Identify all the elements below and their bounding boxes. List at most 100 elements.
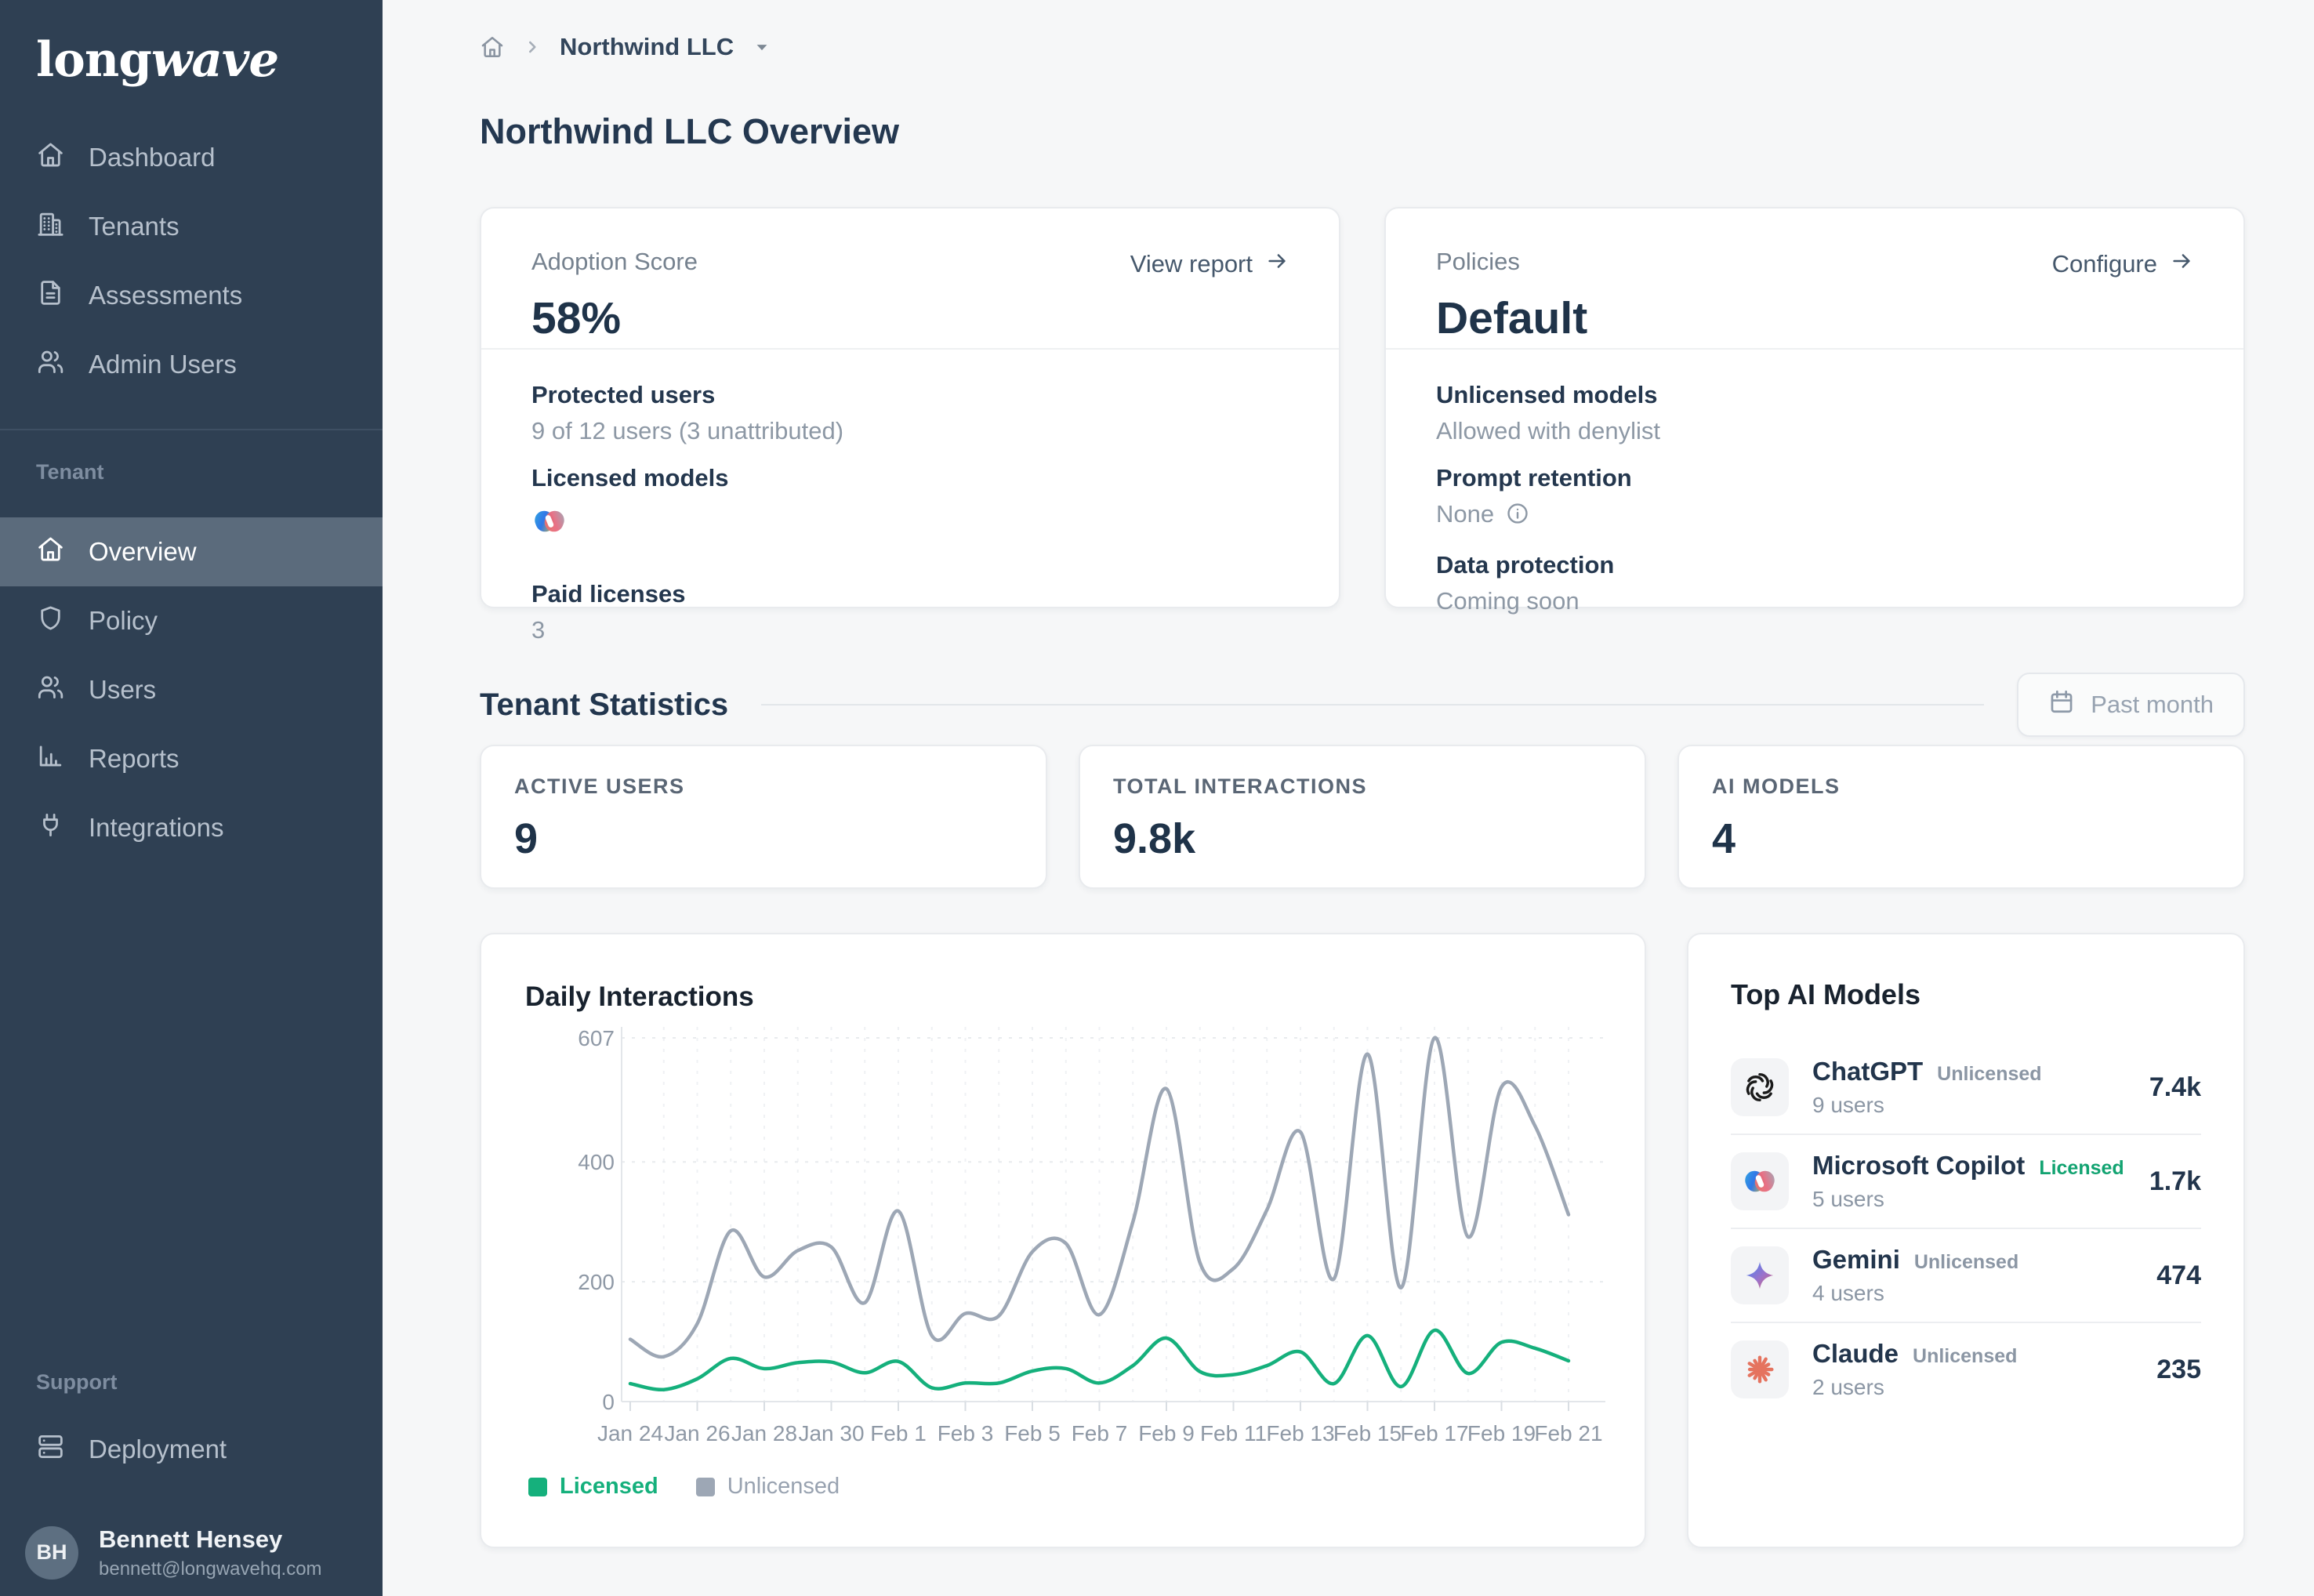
svg-text:Feb 1: Feb 1 — [870, 1421, 927, 1445]
info-icon[interactable] — [1505, 501, 1530, 532]
svg-text:Feb 13: Feb 13 — [1266, 1421, 1334, 1445]
svg-text:Feb 7: Feb 7 — [1072, 1421, 1128, 1445]
sidebar-item-reports[interactable]: Reports — [0, 724, 383, 793]
home-icon[interactable] — [480, 34, 505, 60]
policies-card: Policies Default Configure Unlicensed mo… — [1384, 207, 2245, 608]
model-row-claude[interactable]: ClaudeUnlicensed 2 users 235 — [1731, 1322, 2201, 1416]
sidebar-tenant-nav: Overview Policy Users Reports Integratio… — [0, 517, 383, 862]
svg-text:Jan 26: Jan 26 — [664, 1421, 730, 1445]
model-users: 4 users — [1812, 1281, 2018, 1306]
svg-text:Feb 5: Feb 5 — [1004, 1421, 1061, 1445]
protected-users-label: Protected users — [531, 381, 1289, 409]
sidebar-item-tenants[interactable]: Tenants — [0, 192, 383, 261]
sidebar-item-label: Tenants — [89, 212, 180, 241]
sidebar-item-admin-users[interactable]: Admin Users — [0, 330, 383, 399]
prompt-retention-value: None — [1436, 500, 2193, 532]
svg-text:Feb 15: Feb 15 — [1333, 1421, 1402, 1445]
model-value: 1.7k — [2149, 1166, 2201, 1197]
date-range-label: Past month — [2091, 691, 2214, 719]
model-name: Claude — [1812, 1339, 1899, 1369]
legend-label: Licensed — [560, 1474, 658, 1500]
calendar-icon — [2048, 688, 2075, 721]
view-report-link[interactable]: View report — [1130, 249, 1289, 279]
prompt-retention-text: None — [1436, 500, 1494, 528]
section-title: Tenant Statistics — [480, 687, 728, 723]
page-title: Northwind LLC Overview — [480, 111, 899, 152]
arrow-right-icon — [1265, 249, 1289, 279]
model-row-copilot[interactable]: Microsoft Copilot Licensed 5 users 1.7k — [1731, 1134, 2201, 1228]
sidebar-item-deployment[interactable]: Deployment — [0, 1415, 383, 1484]
sidebar-item-label: Reports — [89, 744, 180, 774]
daily-interactions-card: Daily Interactions 0200400607Jan 24Jan 2… — [480, 933, 1646, 1548]
protected-users-value: 9 of 12 users (3 unattributed) — [531, 417, 1289, 445]
top-ai-models-title: Top AI Models — [1731, 978, 2201, 1011]
stat-value: 9 — [514, 818, 1013, 860]
model-value: 7.4k — [2149, 1072, 2201, 1103]
svg-text:607: 607 — [578, 1026, 615, 1050]
link-label: Configure — [2052, 250, 2157, 278]
file-text-icon — [36, 278, 65, 314]
sidebar-item-dashboard[interactable]: Dashboard — [0, 123, 383, 192]
breadcrumb-tenant[interactable]: Northwind LLC — [560, 33, 734, 61]
home-icon — [36, 535, 65, 570]
bar-chart-icon — [36, 742, 65, 777]
user-email: bennett@longwavehq.com — [99, 1558, 322, 1580]
svg-text:Jan 30: Jan 30 — [798, 1421, 864, 1445]
svg-text:Feb 19: Feb 19 — [1467, 1421, 1536, 1445]
model-badge: Licensed — [2039, 1157, 2124, 1180]
legend-unlicensed: Unlicensed — [696, 1474, 840, 1500]
model-row-gemini[interactable]: GeminiUnlicensed 4 users 474 — [1731, 1228, 2201, 1322]
legend-swatch-licensed — [528, 1478, 547, 1496]
model-users: 9 users — [1812, 1093, 2042, 1118]
stat-label: AI MODELS — [1712, 774, 2211, 799]
svg-text:Jan 24: Jan 24 — [597, 1421, 663, 1445]
sidebar-item-overview[interactable]: Overview — [0, 517, 383, 586]
model-badge: Unlicensed — [1937, 1063, 2041, 1086]
logo-text: long — [36, 32, 151, 88]
top-ai-models-card: Top AI Models ChatGPT Unlicensed 9 users … — [1687, 933, 2245, 1548]
users-icon — [36, 347, 65, 383]
sidebar-item-label: Users — [89, 675, 156, 705]
legend-swatch-unlicensed — [696, 1478, 715, 1496]
server-icon — [36, 1432, 65, 1467]
data-protection-value: Coming soon — [1436, 587, 2193, 615]
sidebar-item-label: Deployment — [89, 1435, 227, 1464]
user-name: Bennett Hensey — [99, 1525, 322, 1555]
caret-down-icon[interactable] — [751, 36, 773, 58]
chart-legend: Licensed Unlicensed — [528, 1474, 840, 1500]
configure-link[interactable]: Configure — [2052, 249, 2193, 279]
arrow-right-icon — [2170, 249, 2193, 279]
stat-card-active-users: ACTIVE USERS 9 — [480, 745, 1047, 889]
sidebar-item-policy[interactable]: Policy — [0, 586, 383, 655]
legend-licensed: Licensed — [528, 1474, 658, 1500]
model-users: 5 users — [1812, 1187, 2124, 1212]
sidebar-item-label: Overview — [89, 537, 197, 567]
sidebar-divider — [0, 429, 383, 430]
sidebar-item-label: Policy — [89, 606, 158, 636]
svg-text:Feb 11: Feb 11 — [1200, 1421, 1267, 1445]
sidebar-item-users[interactable]: Users — [0, 655, 383, 724]
copilot-logo-icon — [1731, 1152, 1789, 1210]
user-menu[interactable]: BH Bennett Hensey bennett@longwavehq.com — [0, 1525, 383, 1596]
sidebar-main-nav: Dashboard Tenants Assessments Admin User… — [0, 123, 383, 399]
model-name: Microsoft Copilot — [1812, 1151, 2025, 1181]
model-name: ChatGPT — [1812, 1057, 1923, 1086]
model-value: 474 — [2156, 1260, 2201, 1291]
licensed-models-label: Licensed models — [531, 464, 1289, 492]
stat-value: 4 — [1712, 818, 2211, 860]
stat-label: ACTIVE USERS — [514, 774, 1013, 799]
model-users: 2 users — [1812, 1375, 2017, 1400]
svg-text:Feb 3: Feb 3 — [938, 1421, 994, 1445]
sidebar-section-support: Support — [0, 1370, 383, 1395]
model-row-chatgpt[interactable]: ChatGPT Unlicensed 9 users 7.4k — [1731, 1041, 2201, 1134]
svg-text:400: 400 — [578, 1150, 615, 1174]
sidebar-item-assessments[interactable]: Assessments — [0, 261, 383, 330]
paid-licenses-label: Paid licenses — [531, 580, 1289, 608]
date-range-button[interactable]: Past month — [2017, 673, 2245, 737]
tenant-statistics-header: Tenant Statistics Past month — [480, 673, 2245, 737]
sidebar-item-integrations[interactable]: Integrations — [0, 793, 383, 862]
stat-cards: ACTIVE USERS 9 TOTAL INTERACTIONS 9.8k A… — [480, 745, 2245, 889]
plug-icon — [36, 811, 65, 846]
model-value: 235 — [2156, 1355, 2201, 1385]
legend-label: Unlicensed — [727, 1474, 840, 1500]
